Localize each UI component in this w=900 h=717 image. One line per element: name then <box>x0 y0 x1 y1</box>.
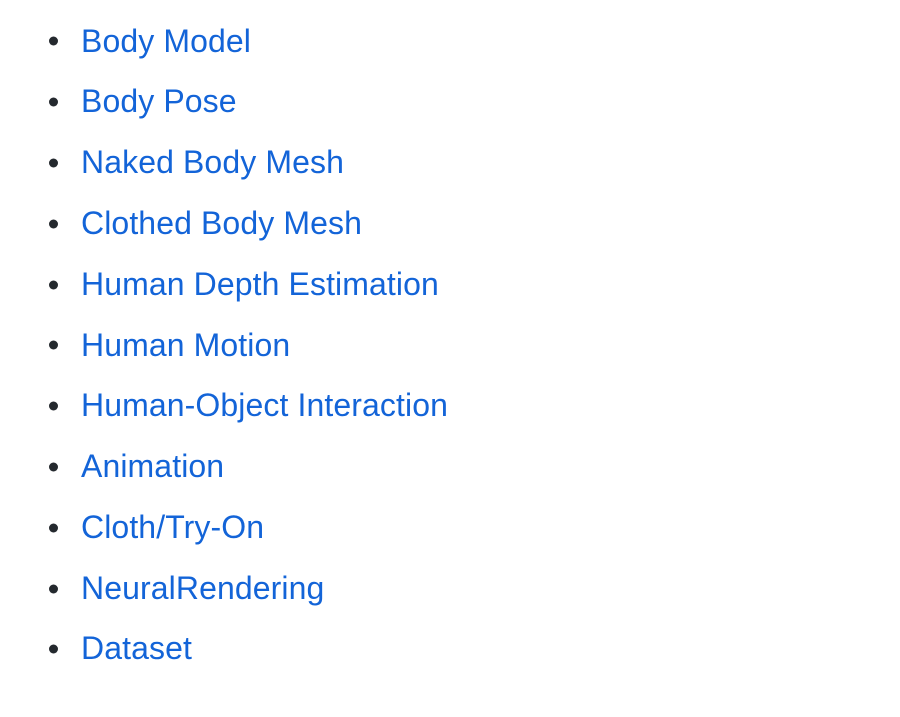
bullet-dot-icon <box>48 36 58 46</box>
topic-link-clothed-body-mesh[interactable]: Clothed Body Mesh <box>81 205 362 243</box>
bullet-dot-icon <box>48 158 58 168</box>
topic-link-naked-body-mesh[interactable]: Naked Body Mesh <box>81 144 344 182</box>
bullet-dot-icon <box>48 340 58 350</box>
topic-link-animation[interactable]: Animation <box>81 448 224 486</box>
list-item[interactable]: Body Pose <box>0 72 900 133</box>
bullet-dot-icon <box>48 219 58 229</box>
list-item[interactable]: Clothed Body Mesh <box>0 193 900 254</box>
list-item[interactable]: Body Model <box>0 11 900 72</box>
list-item[interactable]: Human Motion <box>0 315 900 376</box>
list-item[interactable]: Cloth/Try-On <box>0 497 900 558</box>
topic-link-human-motion[interactable]: Human Motion <box>81 327 290 365</box>
bullet-dot-icon <box>48 584 58 594</box>
list-item[interactable]: Human Depth Estimation <box>0 254 900 315</box>
topic-link-human-depth-estimation[interactable]: Human Depth Estimation <box>81 266 439 304</box>
bullet-dot-icon <box>48 401 58 411</box>
list-item[interactable]: Naked Body Mesh <box>0 133 900 194</box>
list-item[interactable]: NeuralRendering <box>0 558 900 619</box>
topic-list: Body Model Body Pose Naked Body Mesh Clo… <box>0 11 900 717</box>
topic-link-body-pose[interactable]: Body Pose <box>81 83 237 121</box>
bullet-dot-icon <box>48 462 58 472</box>
topic-link-body-model[interactable]: Body Model <box>81 23 251 61</box>
bullet-dot-icon <box>48 523 58 533</box>
list-item[interactable]: Human-Object Interaction <box>0 376 900 437</box>
topic-link-dataset[interactable]: Dataset <box>81 630 192 668</box>
bullet-dot-icon <box>48 280 58 290</box>
bullet-dot-icon <box>48 644 58 654</box>
list-item[interactable]: Dataset <box>0 619 900 680</box>
list-item[interactable]: Animation <box>0 437 900 498</box>
bullet-dot-icon <box>48 97 58 107</box>
topic-link-cloth-try-on[interactable]: Cloth/Try-On <box>81 509 264 547</box>
topic-link-neural-rendering[interactable]: NeuralRendering <box>81 570 324 608</box>
topic-link-human-object-interaction[interactable]: Human-Object Interaction <box>81 387 448 425</box>
